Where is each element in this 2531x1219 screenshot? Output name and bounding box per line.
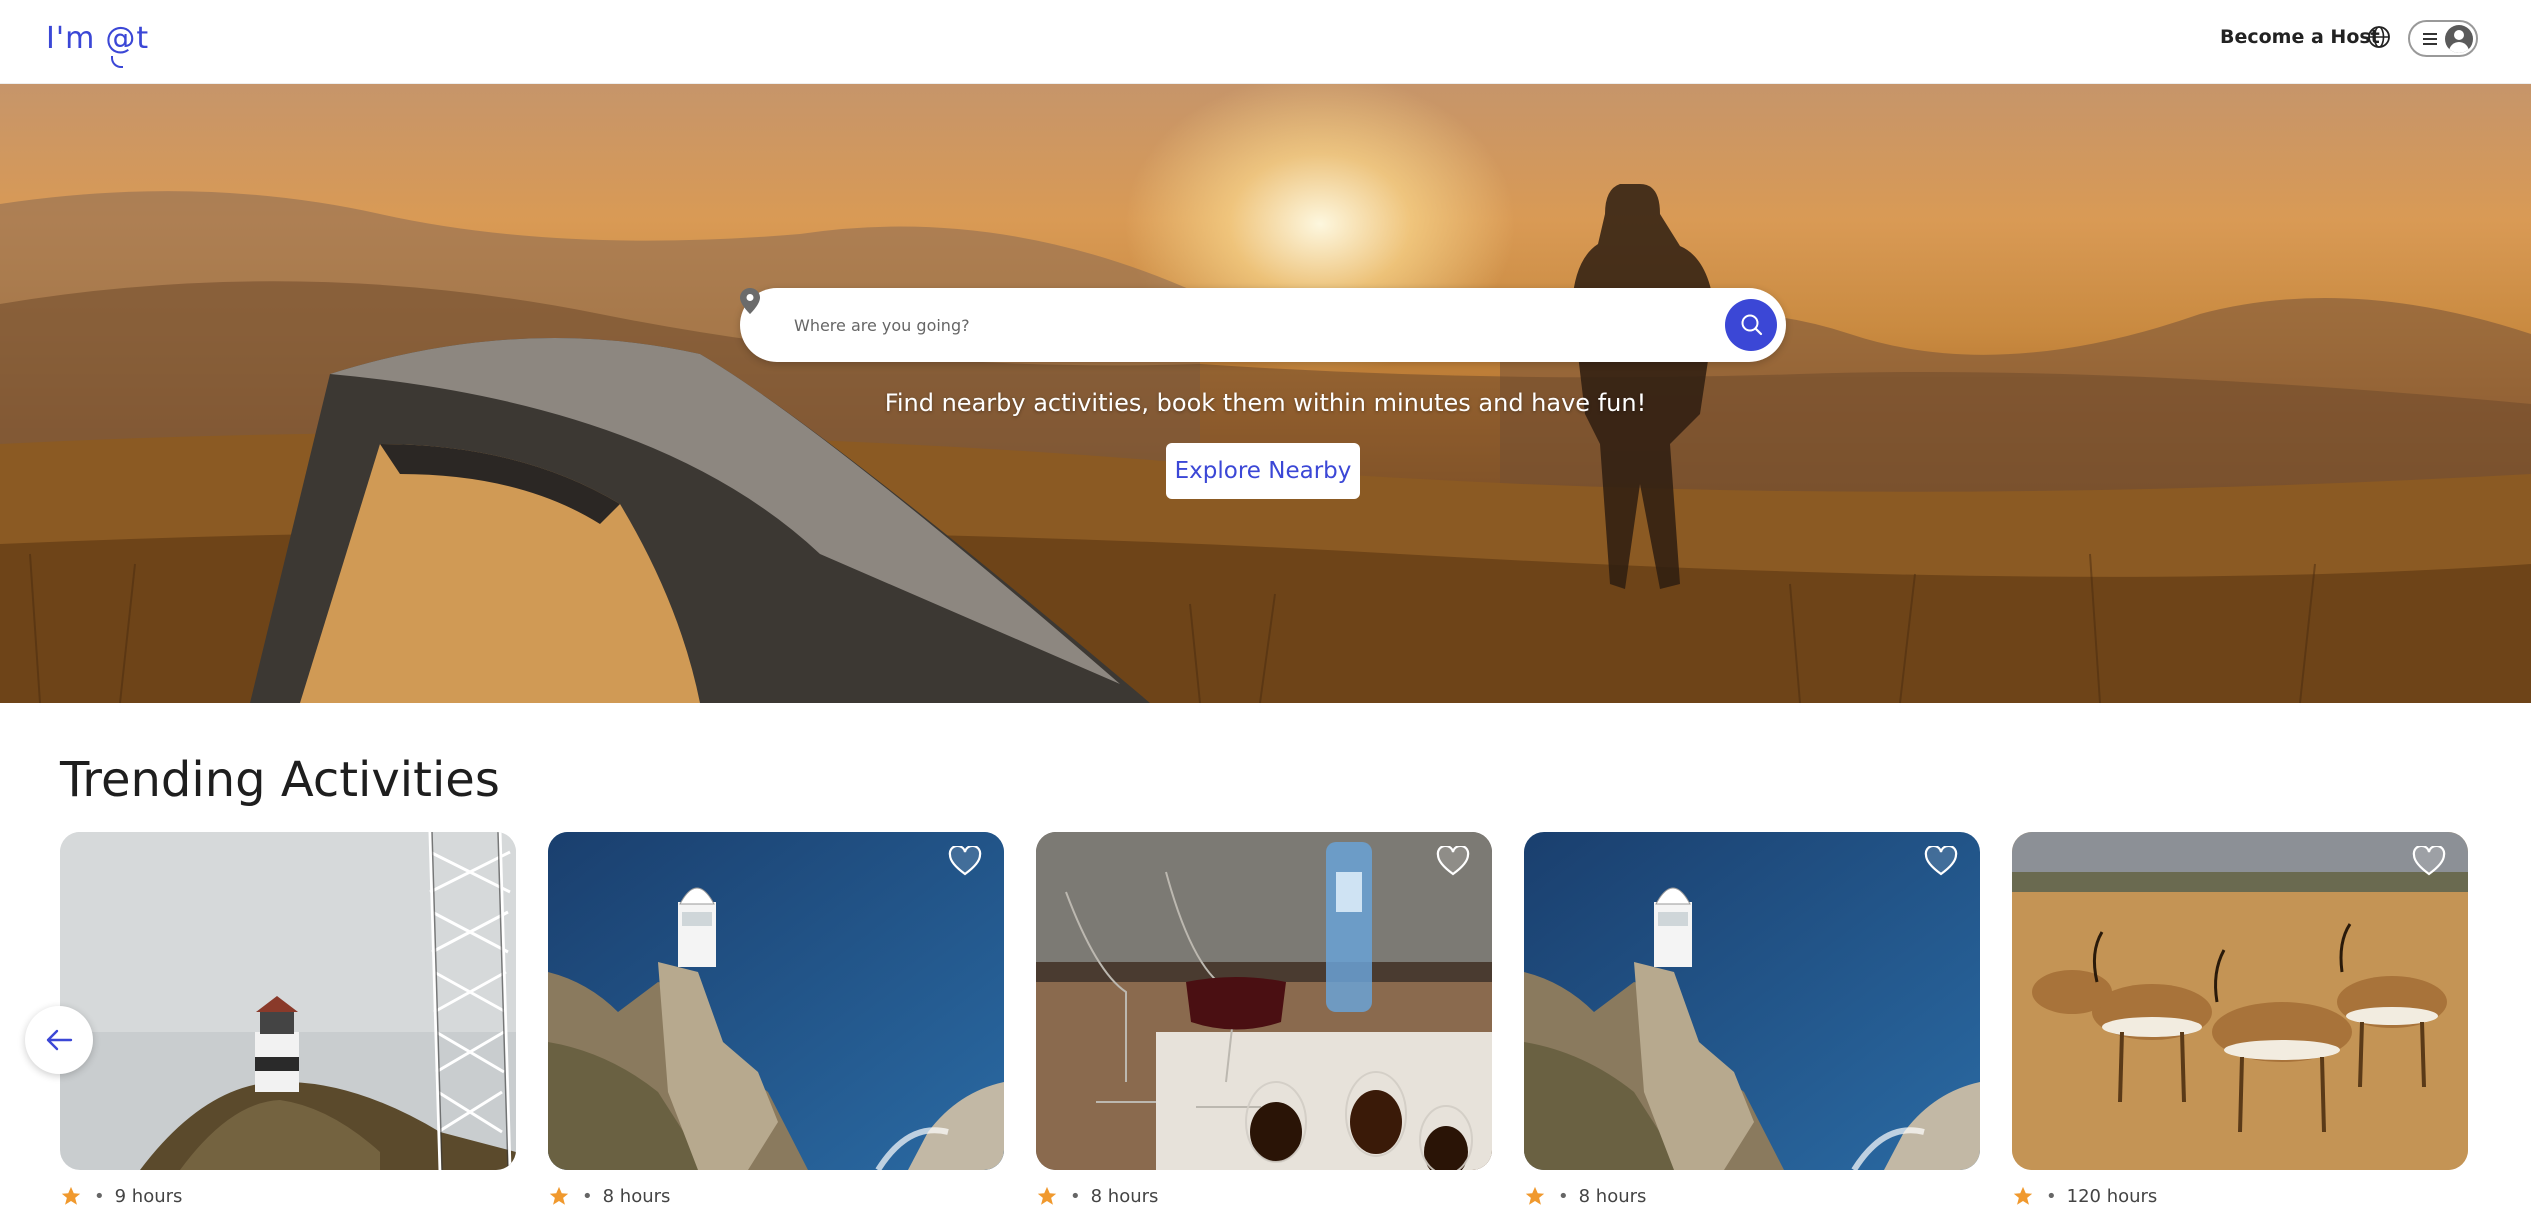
- separator-dot: •: [94, 1185, 105, 1207]
- activity-card[interactable]: [2012, 832, 2468, 1170]
- lighthouse-cliff-sea-photo: [548, 832, 1004, 1170]
- heart-icon[interactable]: [2412, 846, 2446, 877]
- wine-tasting-photo: [1036, 832, 1492, 1170]
- become-host-link[interactable]: Become a Host: [2220, 26, 2380, 48]
- logo-text-im: I'm: [46, 20, 96, 56]
- activity-card[interactable]: [1036, 832, 1492, 1170]
- heart-icon[interactable]: [1436, 846, 1470, 877]
- hero-banner: Find nearby activities, book them within…: [0, 84, 2531, 703]
- activity-card[interactable]: [60, 832, 516, 1170]
- hero-tagline: Find nearby activities, book them within…: [884, 389, 1647, 417]
- lighthouse-cliff-sea-photo: [1524, 832, 1980, 1170]
- star-icon: [1037, 1186, 1057, 1205]
- arrow-left-icon: [46, 1029, 73, 1051]
- carousel-prev-button[interactable]: [25, 1006, 93, 1074]
- star-icon: [61, 1186, 81, 1205]
- separator-dot: •: [2046, 1185, 2057, 1207]
- trending-title: Trending Activities: [60, 752, 500, 808]
- activity-card[interactable]: [1524, 832, 1980, 1170]
- activity-card[interactable]: [548, 832, 1004, 1170]
- card-duration: 8 hours: [1090, 1185, 1159, 1207]
- card-duration: 9 hours: [114, 1185, 183, 1207]
- user-avatar-icon: [2445, 25, 2473, 53]
- lighthouse-tower-photo: [60, 832, 516, 1170]
- logo-at-mark: @t: [105, 21, 149, 68]
- card-meta: • 8 hours: [1524, 1183, 1646, 1209]
- destination-search-input[interactable]: [794, 306, 1694, 344]
- globe-icon[interactable]: [2367, 25, 2391, 49]
- star-icon: [1525, 1186, 1545, 1205]
- card-meta: • 8 hours: [548, 1183, 670, 1209]
- location-pin-icon: [740, 288, 760, 314]
- user-menu-button[interactable]: [2408, 20, 2478, 57]
- card-meta: • 9 hours: [60, 1183, 182, 1209]
- search-button[interactable]: [1725, 299, 1777, 351]
- explore-nearby-button[interactable]: Explore Nearby: [1166, 443, 1360, 499]
- card-duration: 8 hours: [602, 1185, 671, 1207]
- card-meta: • 120 hours: [2012, 1183, 2157, 1209]
- card-duration: 120 hours: [2066, 1185, 2158, 1207]
- springbok-savanna-photo: [2012, 832, 2468, 1170]
- heart-icon[interactable]: [1924, 846, 1958, 877]
- separator-dot: •: [1070, 1185, 1081, 1207]
- star-icon: [549, 1186, 569, 1205]
- star-icon: [2013, 1186, 2033, 1205]
- search-bar[interactable]: [740, 288, 1786, 362]
- separator-dot: •: [582, 1185, 593, 1207]
- top-navbar: I'm @t Become a Host: [0, 0, 2531, 84]
- card-duration: 8 hours: [1578, 1185, 1647, 1207]
- separator-dot: •: [1558, 1185, 1569, 1207]
- card-meta: • 8 hours: [1036, 1183, 1158, 1209]
- heart-icon[interactable]: [948, 846, 982, 877]
- site-logo[interactable]: I'm @t: [46, 14, 149, 68]
- hamburger-icon: [2423, 33, 2437, 45]
- search-icon: [1741, 314, 1763, 336]
